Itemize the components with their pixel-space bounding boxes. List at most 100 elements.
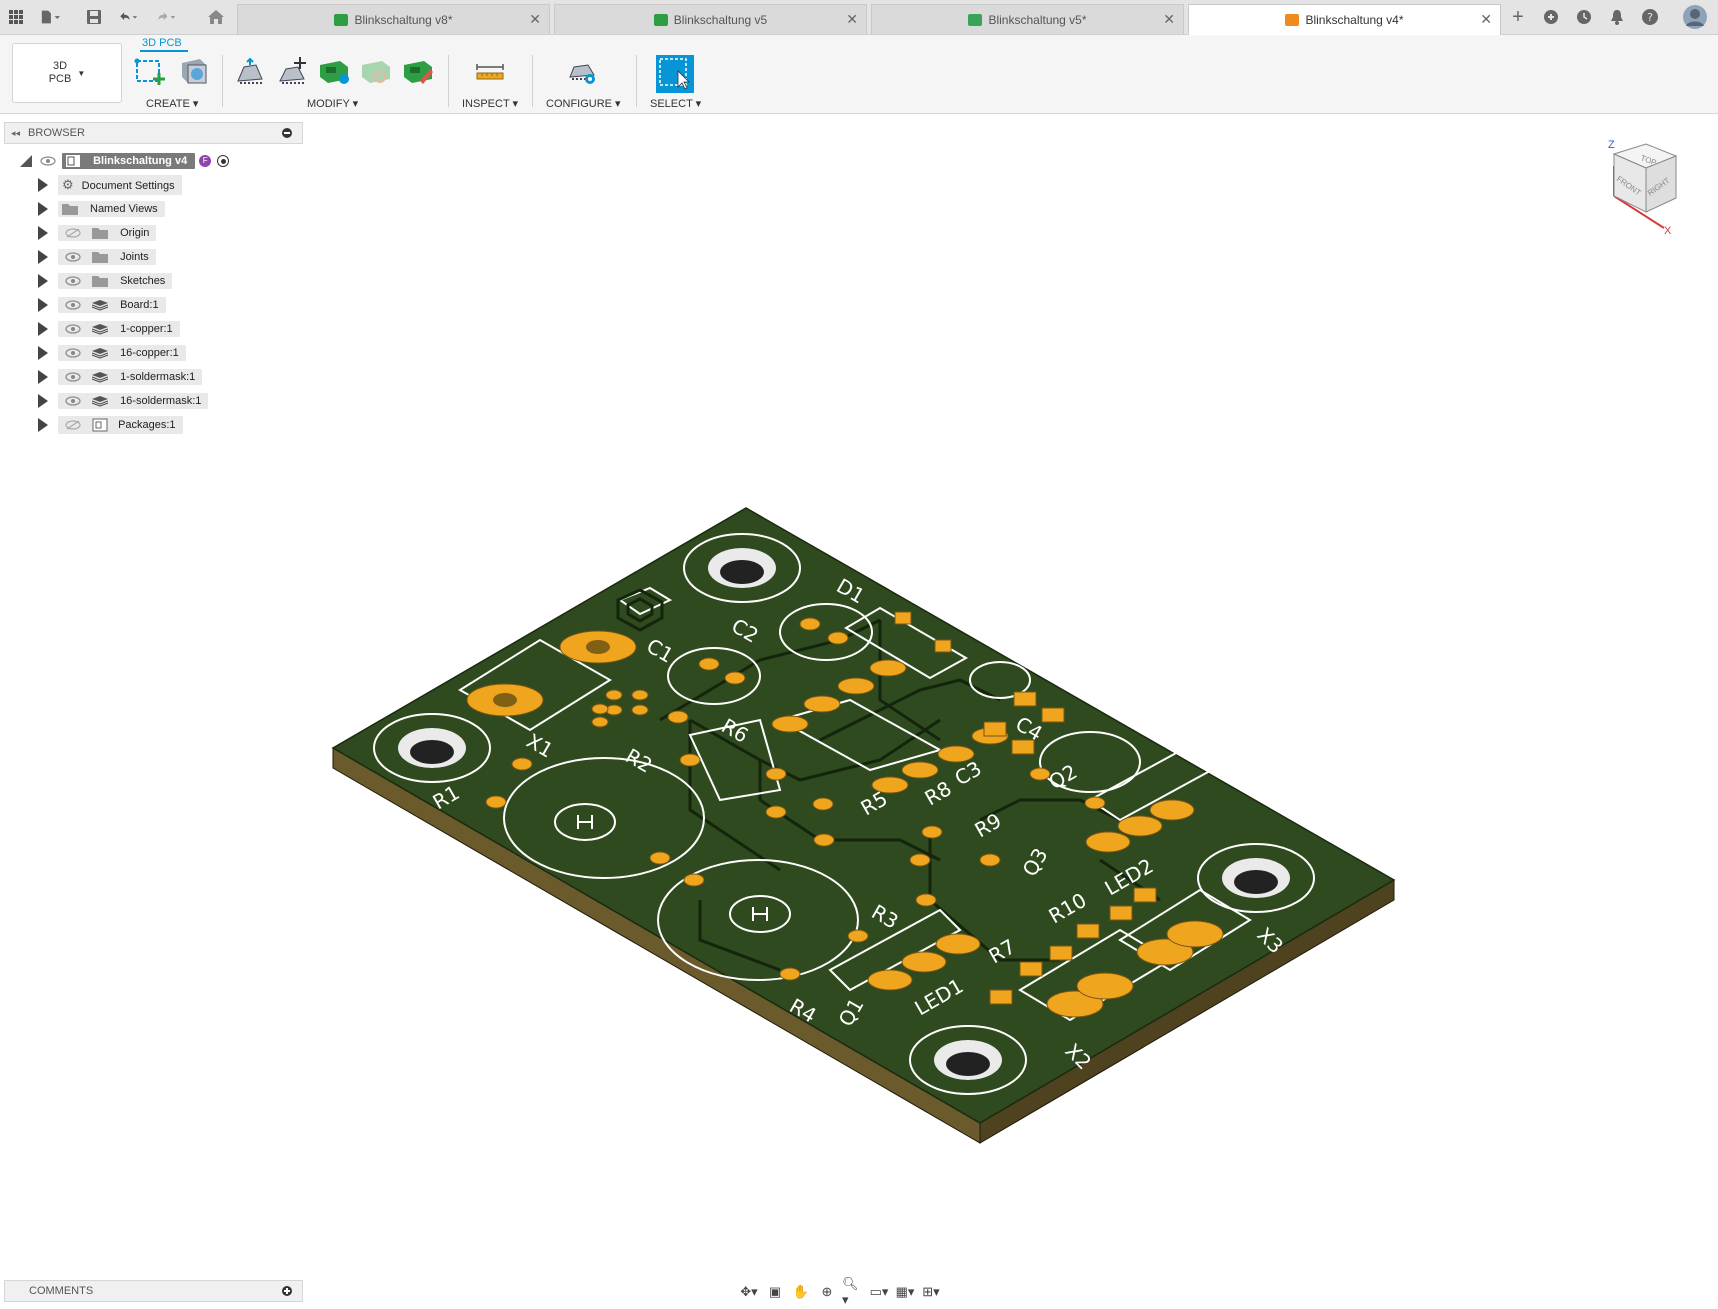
visibility-eye-icon[interactable] [65, 348, 81, 358]
root-component-label-box[interactable]: Blinkschaltung v4 [62, 152, 196, 170]
expand-arrow-icon[interactable] [38, 226, 48, 240]
tab-blinkschaltung-v8[interactable]: Blinkschaltung v8* ✕ [237, 4, 550, 34]
select-menu[interactable]: SELECT ▾ [650, 97, 701, 110]
visibility-hidden-eye-icon[interactable] [65, 420, 81, 430]
app-grid-icon[interactable] [6, 7, 26, 27]
visibility-eye-icon[interactable] [65, 300, 81, 310]
tab-blinkschaltung-v5-modified[interactable]: Blinkschaltung v5* ✕ [871, 4, 1184, 34]
move-icon[interactable] [276, 55, 308, 87]
expand-arrow-icon[interactable] [38, 346, 48, 360]
expand-arrow-icon[interactable] [38, 418, 48, 432]
file-menu-icon[interactable] [40, 7, 60, 27]
select-icon[interactable] [656, 55, 694, 93]
align-icon[interactable] [234, 55, 266, 87]
configure-icon[interactable] [566, 55, 598, 87]
close-icon[interactable]: ✕ [1163, 11, 1175, 28]
expand-arrow-icon[interactable] [38, 202, 48, 216]
browser-item-sketches[interactable]: Sketches [38, 272, 173, 290]
browser-item-label-box[interactable]: Named Views [58, 200, 165, 218]
create-menu[interactable]: CREATE ▾ [146, 97, 198, 110]
home-icon[interactable] [205, 7, 227, 27]
visibility-eye-icon[interactable] [65, 276, 81, 286]
add-comment-icon[interactable] [282, 1286, 292, 1296]
browser-item-label-box[interactable]: Packages:1 [58, 416, 183, 434]
expand-arrow-icon[interactable] [38, 250, 48, 264]
browser-item-label-box[interactable]: Board:1 [58, 296, 166, 314]
workspace-switcher[interactable]: 3D PCB ▼ [12, 43, 122, 103]
browser-item-label-box[interactable]: 1-copper:1 [58, 320, 180, 338]
visibility-eye-icon[interactable] [65, 324, 81, 334]
comments-panel-header[interactable]: COMMENTS [4, 1280, 303, 1302]
pcb-3d-model[interactable]: D1 C2 C1 X1 R6 R2 R1 R5 R8 C3 C4 R9 Q3 Q… [320, 500, 1410, 1160]
browser-item-1-soldermask[interactable]: 1-soldermask:1 [38, 368, 203, 386]
create-component-button[interactable] [178, 55, 210, 87]
look-at-icon[interactable]: ▣ [764, 1282, 786, 1302]
new-tab-icon[interactable]: + [1508, 6, 1528, 28]
edit-board-icon[interactable] [402, 55, 434, 87]
visibility-eye-icon[interactable] [65, 396, 81, 406]
configure-menu[interactable]: CONFIGURE ▾ [546, 97, 621, 110]
tab-blinkschaltung-v4[interactable]: Blinkschaltung v4* ✕ [1188, 4, 1501, 35]
browser-item-named-views[interactable]: Named Views [38, 200, 165, 218]
browser-item-origin[interactable]: Origin [38, 224, 157, 242]
tab-blinkschaltung-v5[interactable]: Blinkschaltung v5 ✕ [554, 4, 867, 34]
browser-item-1-copper[interactable]: 1-copper:1 [38, 320, 180, 338]
help-icon[interactable]: ? [1640, 7, 1660, 27]
grid-settings-icon[interactable]: ▦▾ [894, 1282, 916, 1302]
browser-item-label-box[interactable]: Origin [58, 224, 157, 242]
expand-arrow-icon[interactable] [38, 178, 48, 192]
inspect-menu[interactable]: INSPECT ▾ [462, 97, 518, 110]
expand-arrow-icon[interactable] [38, 370, 48, 384]
browser-panel-header[interactable]: ◂◂ BROWSER [4, 122, 303, 144]
visibility-eye-icon[interactable] [40, 156, 56, 166]
measure-icon[interactable] [474, 55, 506, 87]
browser-item-label-box[interactable]: Sketches [58, 272, 173, 290]
visibility-eye-icon[interactable] [65, 252, 81, 262]
collapse-panel-icon[interactable]: ◂◂ [11, 128, 20, 139]
extensions-icon[interactable] [1541, 7, 1561, 27]
browser-item-label-box[interactable]: 16-copper:1 [58, 344, 186, 362]
job-status-icon[interactable] [1574, 7, 1594, 27]
viewports-icon[interactable]: ⊞▾ [920, 1282, 942, 1302]
browser-item-label-box[interactable]: ⚙ Document Settings [58, 175, 182, 195]
browser-item-label-box[interactable]: Joints [58, 248, 156, 266]
close-icon[interactable]: ✕ [846, 11, 858, 28]
close-icon[interactable]: ✕ [1480, 11, 1492, 28]
expand-arrow-icon[interactable] [38, 322, 48, 336]
browser-item-16-soldermask[interactable]: 16-soldermask:1 [38, 392, 209, 410]
tab-3d-pcb[interactable]: 3D PCB [142, 37, 182, 49]
3d-pcb-document-icon [1285, 14, 1300, 26]
expand-arrow-icon[interactable] [38, 298, 48, 312]
link-board-icon[interactable] [360, 55, 392, 87]
browser-item-16-copper[interactable]: 16-copper:1 [38, 344, 186, 362]
notifications-bell-icon[interactable] [1607, 7, 1627, 27]
viewcube[interactable]: Z X TOP FRONT RIGHT [1604, 136, 1694, 236]
save-icon[interactable] [84, 7, 104, 27]
create-sketch-button[interactable] [134, 55, 166, 87]
collapse-triangle-icon[interactable] [20, 155, 32, 167]
expand-arrow-icon[interactable] [38, 394, 48, 408]
panel-toggle-icon[interactable] [282, 128, 292, 138]
user-avatar-icon[interactable] [1683, 5, 1707, 29]
browser-root-row[interactable]: Blinkschaltung v4 F [20, 152, 230, 170]
visibility-eye-icon[interactable] [65, 372, 81, 382]
redo-icon[interactable] [156, 7, 176, 27]
undo-icon[interactable] [118, 7, 138, 27]
browser-item-board[interactable]: Board:1 [38, 296, 166, 314]
browser-item-packages[interactable]: Packages:1 [38, 416, 183, 434]
modify-menu[interactable]: MODIFY ▾ [307, 97, 358, 110]
browser-item-document-settings[interactable]: ⚙ Document Settings [38, 175, 182, 195]
browser-item-label-box[interactable]: 16-soldermask:1 [58, 392, 209, 410]
zoom-icon[interactable]: ⊕ [816, 1282, 838, 1302]
browser-item-label-box[interactable]: 1-soldermask:1 [58, 368, 203, 386]
orbit-icon[interactable]: ✥▾ [738, 1282, 760, 1302]
browser-item-joints[interactable]: Joints [38, 248, 156, 266]
activate-radio-icon[interactable] [217, 155, 230, 167]
fit-zoom-window-icon[interactable]: 🔍︎▾ [842, 1276, 864, 1307]
pan-hand-icon[interactable]: ✋ [790, 1282, 812, 1302]
visibility-hidden-eye-icon[interactable] [65, 228, 81, 238]
push-to-board-icon[interactable] [318, 55, 350, 87]
display-settings-icon[interactable]: ▭▾ [868, 1282, 890, 1302]
close-icon[interactable]: ✕ [529, 11, 541, 28]
expand-arrow-icon[interactable] [38, 274, 48, 288]
